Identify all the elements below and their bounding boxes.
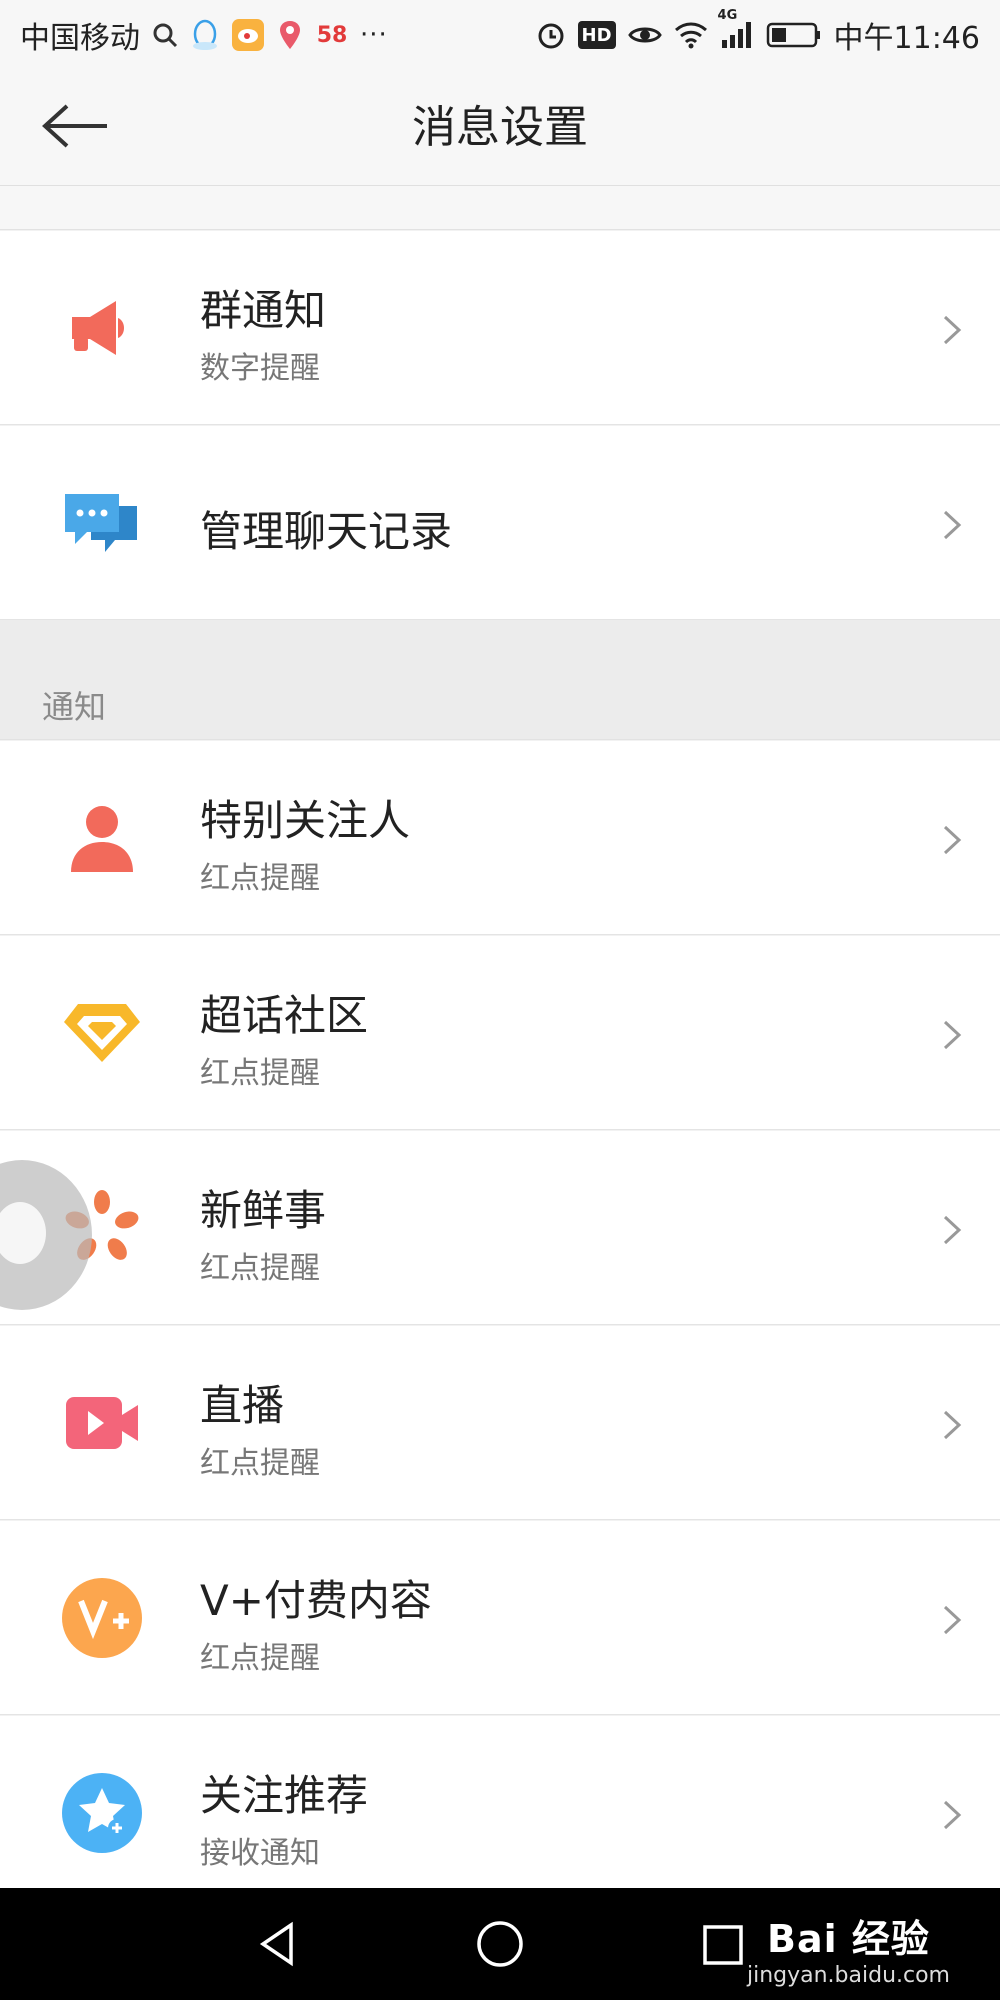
row-title: 超话社区	[200, 991, 369, 1040]
chevron-right-icon	[943, 1410, 962, 1440]
nav-recents-button[interactable]	[692, 1914, 752, 1974]
system-nav-bar: Bai 经验 jingyan.baidu.com	[0, 1888, 1000, 2000]
chevron-right-icon	[943, 1605, 962, 1635]
page-title: 消息设置	[412, 102, 588, 153]
settings-row-live[interactable]: 直播 红点提醒	[0, 1326, 1000, 1520]
back-triangle-icon	[259, 1921, 293, 1967]
row-title: 关注推荐	[200, 1771, 369, 1820]
row-title: 新鲜事	[200, 1186, 327, 1235]
chat-bubbles-icon	[58, 484, 146, 562]
v-plus-icon	[58, 1578, 146, 1658]
settings-row-vplus[interactable]: V+付费内容 红点提醒	[0, 1521, 1000, 1715]
floating-assist-inner	[0, 1202, 46, 1264]
chevron-right-icon	[943, 1215, 962, 1245]
watermark-sub: jingyan.baidu.com	[746, 1963, 950, 1988]
person-icon	[58, 799, 146, 877]
search-icon	[152, 22, 178, 48]
chevron-right-icon	[943, 825, 962, 855]
maps-icon	[276, 19, 304, 51]
nav-home-button[interactable]	[470, 1914, 530, 1974]
chevron-right-icon	[943, 510, 962, 540]
chevron-right-icon	[943, 315, 962, 345]
signal-icon: 4G	[718, 8, 754, 50]
hd-icon: HD	[577, 21, 616, 49]
home-circle-icon	[477, 1921, 523, 1967]
settings-row-group-notify[interactable]: 群通知 数字提醒	[0, 231, 1000, 425]
row-title: 直播	[200, 1381, 285, 1430]
settings-row-super-topic[interactable]: 超话社区 红点提醒	[0, 936, 1000, 1130]
nav-back-button[interactable]	[248, 1914, 308, 1974]
section-header-notify: 通知	[0, 620, 1000, 740]
eye-icon	[627, 23, 662, 47]
clock-label: 中午11:46	[833, 21, 980, 56]
row-title: 特别关注人	[200, 796, 411, 845]
alarm-icon	[536, 20, 566, 50]
row-subtitle: 数字提醒	[200, 351, 320, 386]
58-app-icon: 58	[316, 22, 348, 48]
row-title: 群通知	[200, 286, 327, 335]
row-subtitle: 红点提醒	[200, 1446, 320, 1481]
carrier-label: 中国移动	[20, 21, 140, 56]
chevron-right-icon	[943, 1020, 962, 1050]
qq-icon	[190, 19, 220, 51]
title-bar: 消息设置	[0, 70, 1000, 186]
settings-row-special-follow[interactable]: 特别关注人 红点提醒	[0, 741, 1000, 935]
row-title: 管理聊天记录	[200, 507, 453, 556]
wifi-icon	[674, 21, 708, 49]
video-camera-icon	[58, 1384, 146, 1462]
row-subtitle: 接收通知	[200, 1836, 320, 1871]
settings-row-fresh-news[interactable]: 新鲜事 红点提醒	[0, 1131, 1000, 1325]
more-icon: ···	[360, 20, 388, 50]
diamond-icon	[58, 994, 146, 1072]
network-label: 4G	[717, 8, 738, 23]
watermark-main: Bai 经验	[767, 1917, 930, 1961]
weibo-icon	[232, 19, 264, 51]
section-label: 通知	[42, 688, 107, 726]
row-subtitle: 红点提醒	[200, 1056, 320, 1091]
row-subtitle: 红点提醒	[200, 1641, 320, 1676]
watermark: Bai 经验 jingyan.baidu.com	[747, 1908, 950, 1988]
settings-row-manage-chats[interactable]: 管理聊天记录	[0, 426, 1000, 620]
status-bar: 中国移动 58 ··· HD 4G 中午11:46	[0, 0, 1000, 70]
top-spacer	[0, 186, 1000, 230]
chevron-right-icon	[943, 1800, 962, 1830]
recents-square-icon	[703, 1925, 743, 1965]
star-plus-icon	[58, 1773, 146, 1853]
row-subtitle: 红点提醒	[200, 1251, 320, 1286]
settings-row-follow-recommend[interactable]: 关注推荐 接收通知	[0, 1716, 1000, 1888]
row-subtitle: 红点提醒	[200, 861, 320, 896]
battery-icon	[766, 21, 822, 49]
row-title: V+付费内容	[200, 1576, 432, 1625]
megaphone-icon	[58, 289, 146, 367]
